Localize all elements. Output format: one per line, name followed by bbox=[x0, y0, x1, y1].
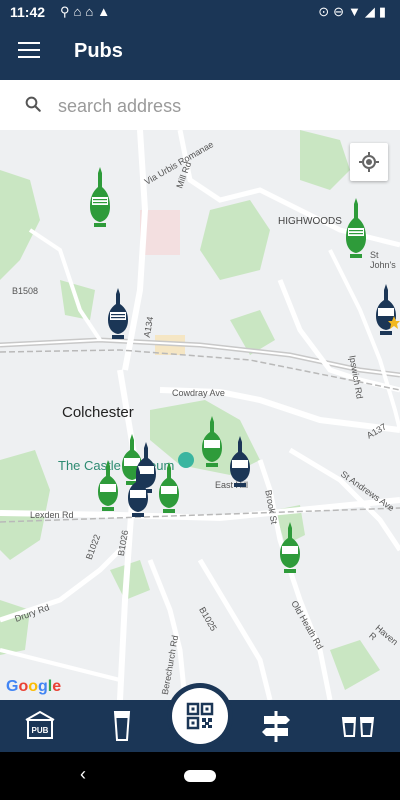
qr-code-icon bbox=[186, 702, 214, 730]
status-time: 11:42 bbox=[10, 4, 46, 20]
home-pill[interactable] bbox=[184, 770, 216, 782]
back-icon[interactable]: ‹ bbox=[80, 764, 86, 785]
cheers-icon[interactable] bbox=[340, 708, 376, 744]
search-icon bbox=[25, 96, 41, 112]
crosshair-icon bbox=[359, 152, 379, 172]
map-label-st-johns: St John's bbox=[370, 250, 396, 270]
menu-icon[interactable] bbox=[18, 42, 40, 60]
system-nav-bar: ‹ bbox=[0, 752, 400, 800]
app-bar: Pubs bbox=[0, 24, 400, 80]
notification-icons: ⚲⌂⌂▲ bbox=[60, 4, 115, 19]
search-input[interactable] bbox=[56, 90, 380, 122]
map-label-lexden-rd: Lexden Rd bbox=[30, 510, 74, 520]
signpost-icon[interactable] bbox=[258, 708, 294, 744]
page-title: Pubs bbox=[74, 40, 123, 62]
map-label-highwoods: HIGHWOODS bbox=[278, 216, 342, 227]
beer-glass-icon[interactable] bbox=[104, 708, 140, 744]
map-label-b1508: B1508 bbox=[12, 286, 39, 296]
map-label-cowdray-ave: Cowdray Ave bbox=[172, 388, 225, 398]
svg-text:PUB: PUB bbox=[32, 726, 49, 735]
map-view[interactable]: Colchester The Castle Museum HIGHWOODS C… bbox=[0, 130, 400, 700]
pub-nav-icon[interactable]: PUB bbox=[22, 708, 58, 744]
status-bar: 11:42 ⚲⌂⌂▲ ⊙⊖▼◢▮ bbox=[0, 0, 400, 24]
map-label-colchester: Colchester bbox=[62, 404, 134, 421]
my-location-button[interactable] bbox=[350, 143, 388, 181]
google-logo: Google bbox=[6, 678, 62, 695]
qr-scan-button[interactable] bbox=[172, 688, 228, 744]
system-icons: ⊙⊖▼◢▮ bbox=[318, 4, 390, 19]
search-bar bbox=[0, 80, 400, 131]
